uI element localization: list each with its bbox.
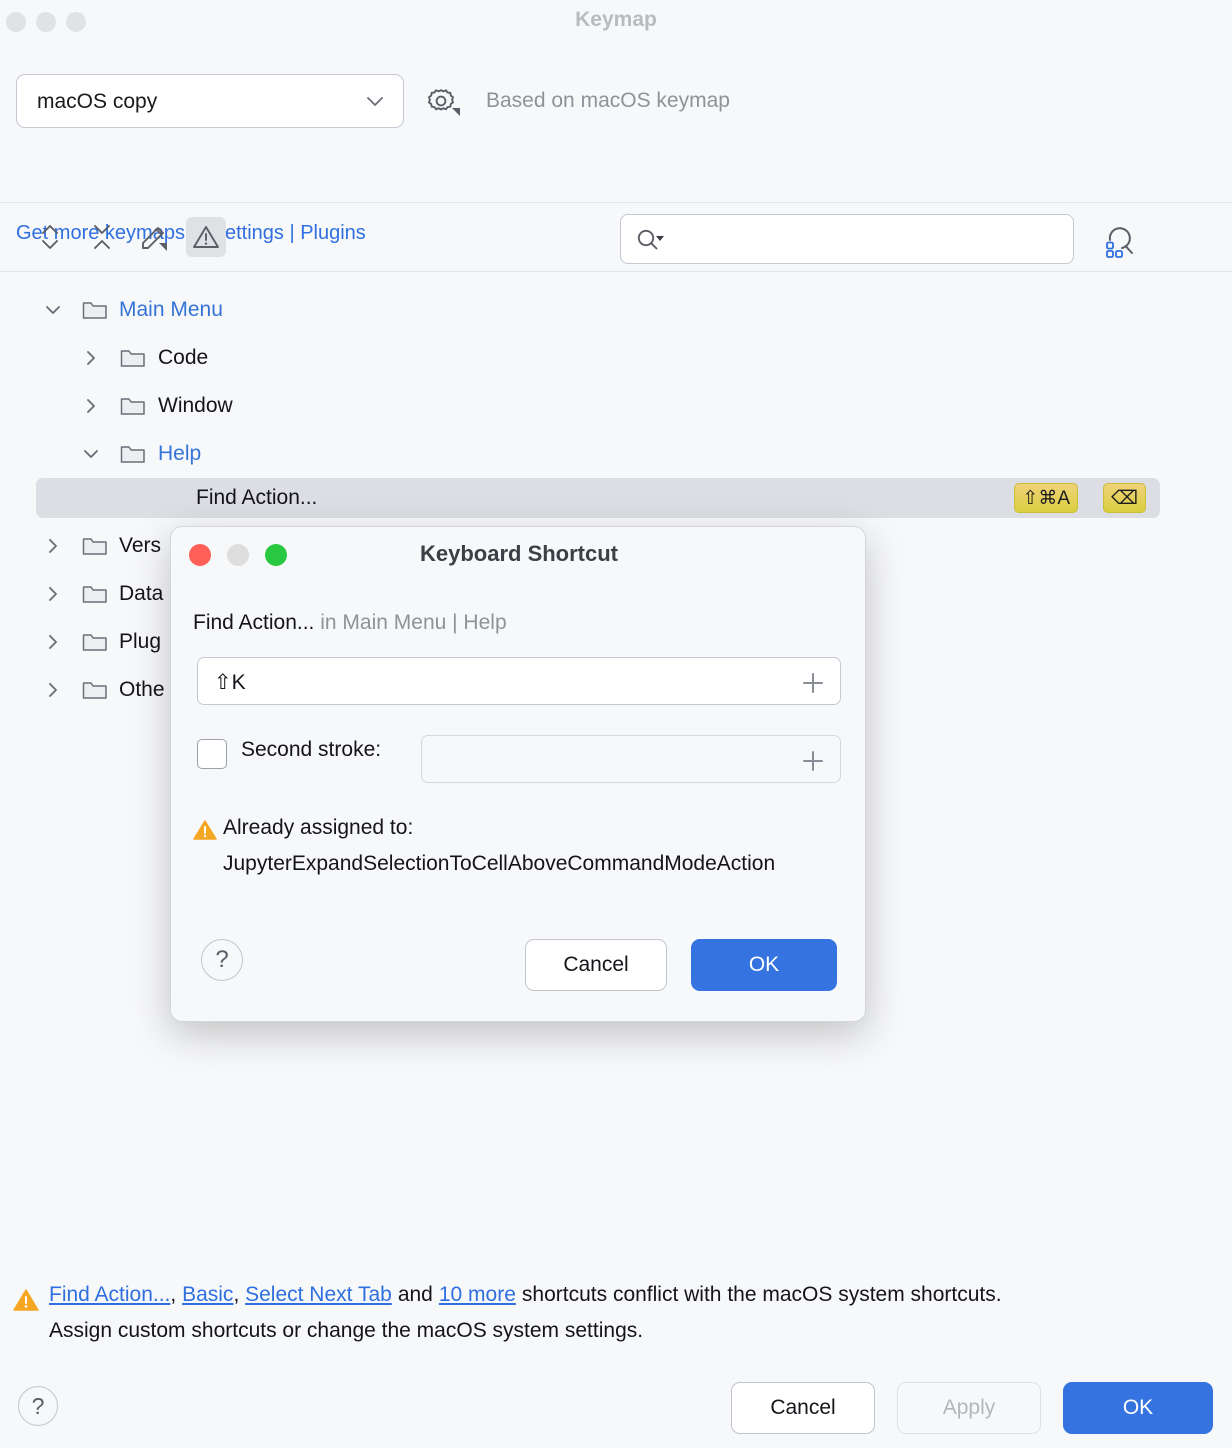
- keymap-dropdown[interactable]: macOS copy: [16, 74, 404, 128]
- folder-icon: [120, 347, 146, 369]
- tree-row-label: Find Action...: [196, 486, 318, 509]
- tree-row-label: Help: [158, 442, 202, 465]
- chevron-right-icon[interactable]: [80, 347, 102, 369]
- status-badge: ⇧⌘A: [1014, 483, 1078, 513]
- dialog-title: Keyboard Shortcut: [419, 541, 619, 566]
- dialog-action-name: Find Action...: [193, 611, 315, 634]
- already-assigned-value: JupyterExpandSelectionToCellAboveCommand…: [223, 852, 776, 875]
- page-title: Keymap: [575, 8, 657, 31]
- folder-icon: [82, 583, 108, 605]
- conflict-link-find-action[interactable]: Find Action...: [49, 1283, 170, 1306]
- tree-row-label: Window: [158, 394, 233, 417]
- folder-icon: [120, 395, 146, 417]
- dialog-help-button[interactable]: ?: [201, 939, 243, 981]
- folder-icon: [120, 443, 146, 465]
- first-stroke-value: ⇧K: [214, 671, 246, 694]
- chevron-right-icon[interactable]: [80, 395, 102, 417]
- dialog-ok-button[interactable]: OK: [691, 939, 837, 991]
- help-button[interactable]: ?: [18, 1386, 58, 1426]
- conflict-warning-line1: Find Action..., Basic, Select Next Tab an…: [49, 1283, 1002, 1307]
- add-second-stroke-icon[interactable]: [800, 748, 826, 779]
- keyboard-shortcut-dialog: Keyboard Shortcut Find Action... in Main…: [170, 526, 866, 1022]
- cancel-button[interactable]: Cancel: [731, 1382, 875, 1434]
- tree-row-label: Main Menu: [119, 298, 223, 321]
- dialog-context-path: in Main Menu | Help: [320, 611, 507, 634]
- chevron-right-icon[interactable]: [42, 631, 64, 653]
- gear-icon[interactable]: [424, 86, 464, 120]
- chevron-right-icon[interactable]: [42, 535, 64, 557]
- keymap-dropdown-value: macOS copy: [37, 90, 158, 113]
- based-on-label: Based on macOS keymap: [486, 89, 730, 112]
- chevron-down-icon: [365, 95, 385, 114]
- already-assigned-label: Already assigned to:: [223, 816, 414, 839]
- tree-row-label: Vers: [119, 534, 162, 557]
- dialog-context: Find Action... in Main Menu | Help: [193, 611, 507, 635]
- search-field[interactable]: [675, 215, 1065, 263]
- conflict-tail-text: shortcuts conflict with the macOS system…: [521, 1283, 1002, 1306]
- status-badge: ⌫: [1103, 483, 1146, 513]
- second-stroke-label: Second stroke:: [241, 738, 382, 761]
- chevron-right-icon[interactable]: [42, 679, 64, 701]
- show-conflicts-icon[interactable]: [186, 217, 226, 257]
- tree-row-label: Code: [158, 346, 209, 369]
- folder-icon: [82, 299, 108, 321]
- chevron-down-icon[interactable]: [80, 443, 102, 465]
- tree-row-code[interactable]: Code: [0, 338, 1160, 378]
- tree-row-label: Plug: [119, 630, 162, 653]
- tree-row-help[interactable]: Help: [0, 434, 1160, 474]
- second-stroke-input[interactable]: [421, 735, 841, 783]
- warning-triangle-icon: [13, 1288, 39, 1317]
- apply-button[interactable]: Apply: [897, 1382, 1041, 1434]
- collapse-all-icon[interactable]: [82, 217, 122, 257]
- warning-triangle-icon: [193, 819, 217, 846]
- chevron-right-icon[interactable]: [42, 583, 64, 605]
- tree-row-find-action[interactable]: Find Action... ⇧⌘A ⌫: [36, 478, 1160, 518]
- search-icon: [635, 227, 667, 258]
- dialog-cancel-button[interactable]: Cancel: [525, 939, 667, 991]
- add-stroke-icon[interactable]: [800, 670, 826, 701]
- tree-row-main-menu[interactable]: Main Menu: [0, 290, 1160, 330]
- conflict-warning-line2: Assign custom shortcuts or change the ma…: [49, 1319, 644, 1342]
- expand-all-icon[interactable]: [30, 217, 70, 257]
- folder-icon: [82, 679, 108, 701]
- dialog-footer: ? Cancel Apply OK: [0, 1368, 1232, 1448]
- search-input[interactable]: [620, 214, 1074, 264]
- chevron-down-icon[interactable]: [42, 299, 64, 321]
- first-stroke-input[interactable]: ⇧K: [197, 657, 841, 705]
- ok-button[interactable]: OK: [1063, 1382, 1213, 1434]
- folder-icon: [82, 631, 108, 653]
- comma-2: ,: [233, 1283, 246, 1306]
- tree-row-window[interactable]: Window: [0, 386, 1160, 426]
- edit-shortcut-icon[interactable]: [134, 217, 174, 257]
- comma-1: ,: [170, 1283, 183, 1306]
- conflict-link-select-next-tab[interactable]: Select Next Tab: [245, 1283, 392, 1306]
- and-text: and: [397, 1283, 433, 1306]
- window-titlebar: Keymap: [0, 0, 1232, 46]
- second-stroke-checkbox[interactable]: [197, 739, 227, 769]
- find-by-shortcut-icon[interactable]: [1098, 218, 1142, 260]
- keymap-selector-row: macOS copy Based on macOS keymap Get mor…: [0, 74, 1232, 244]
- folder-icon: [82, 535, 108, 557]
- conflict-link-more[interactable]: 10 more: [439, 1283, 516, 1306]
- tree-row-label: Data: [119, 582, 164, 605]
- conflict-warning-bar: Find Action..., Basic, Select Next Tab an…: [0, 1282, 1232, 1358]
- conflict-link-basic[interactable]: Basic: [182, 1283, 233, 1306]
- tree-row-label: Othe: [119, 678, 165, 701]
